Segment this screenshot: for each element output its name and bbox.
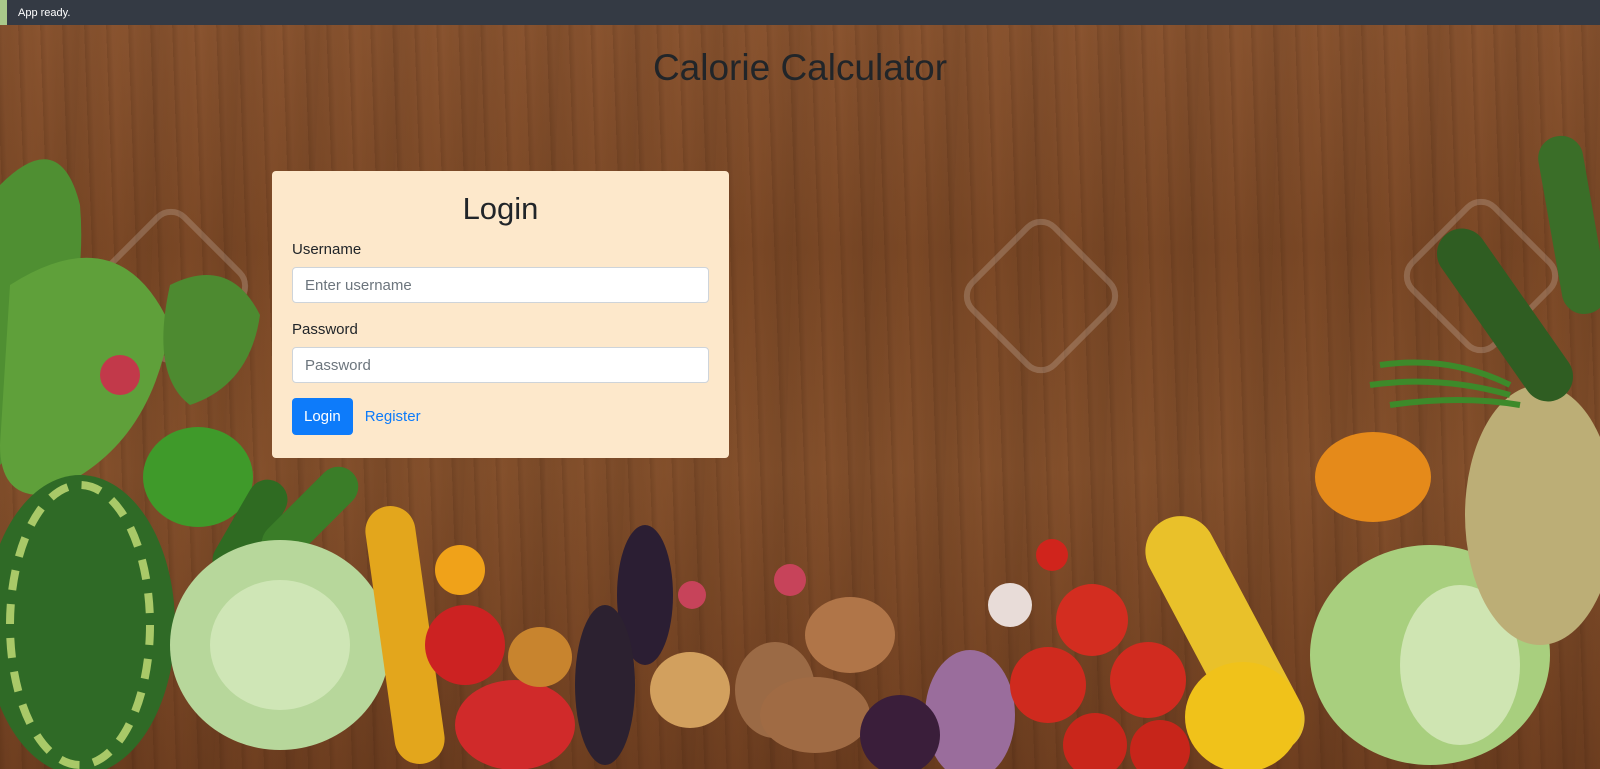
vegetables-illustration	[0, 135, 1600, 769]
status-accent	[0, 0, 7, 25]
status-text: App ready.	[18, 6, 71, 19]
status-bar: App ready.	[0, 0, 1600, 25]
register-link[interactable]: Register	[365, 408, 421, 425]
page-title: Calorie Calculator	[652, 47, 948, 88]
login-actions: Login Register	[292, 398, 709, 435]
background-scene: Calorie Calculator Login Username Passwo…	[0, 25, 1600, 769]
username-label: Username	[292, 241, 362, 258]
username-input[interactable]	[292, 267, 709, 303]
login-heading: Login	[462, 191, 539, 226]
password-input[interactable]	[292, 347, 709, 383]
password-label: Password	[292, 321, 358, 338]
login-button[interactable]: Login	[292, 398, 353, 435]
login-card: Login Username Password Login Register	[272, 171, 729, 458]
